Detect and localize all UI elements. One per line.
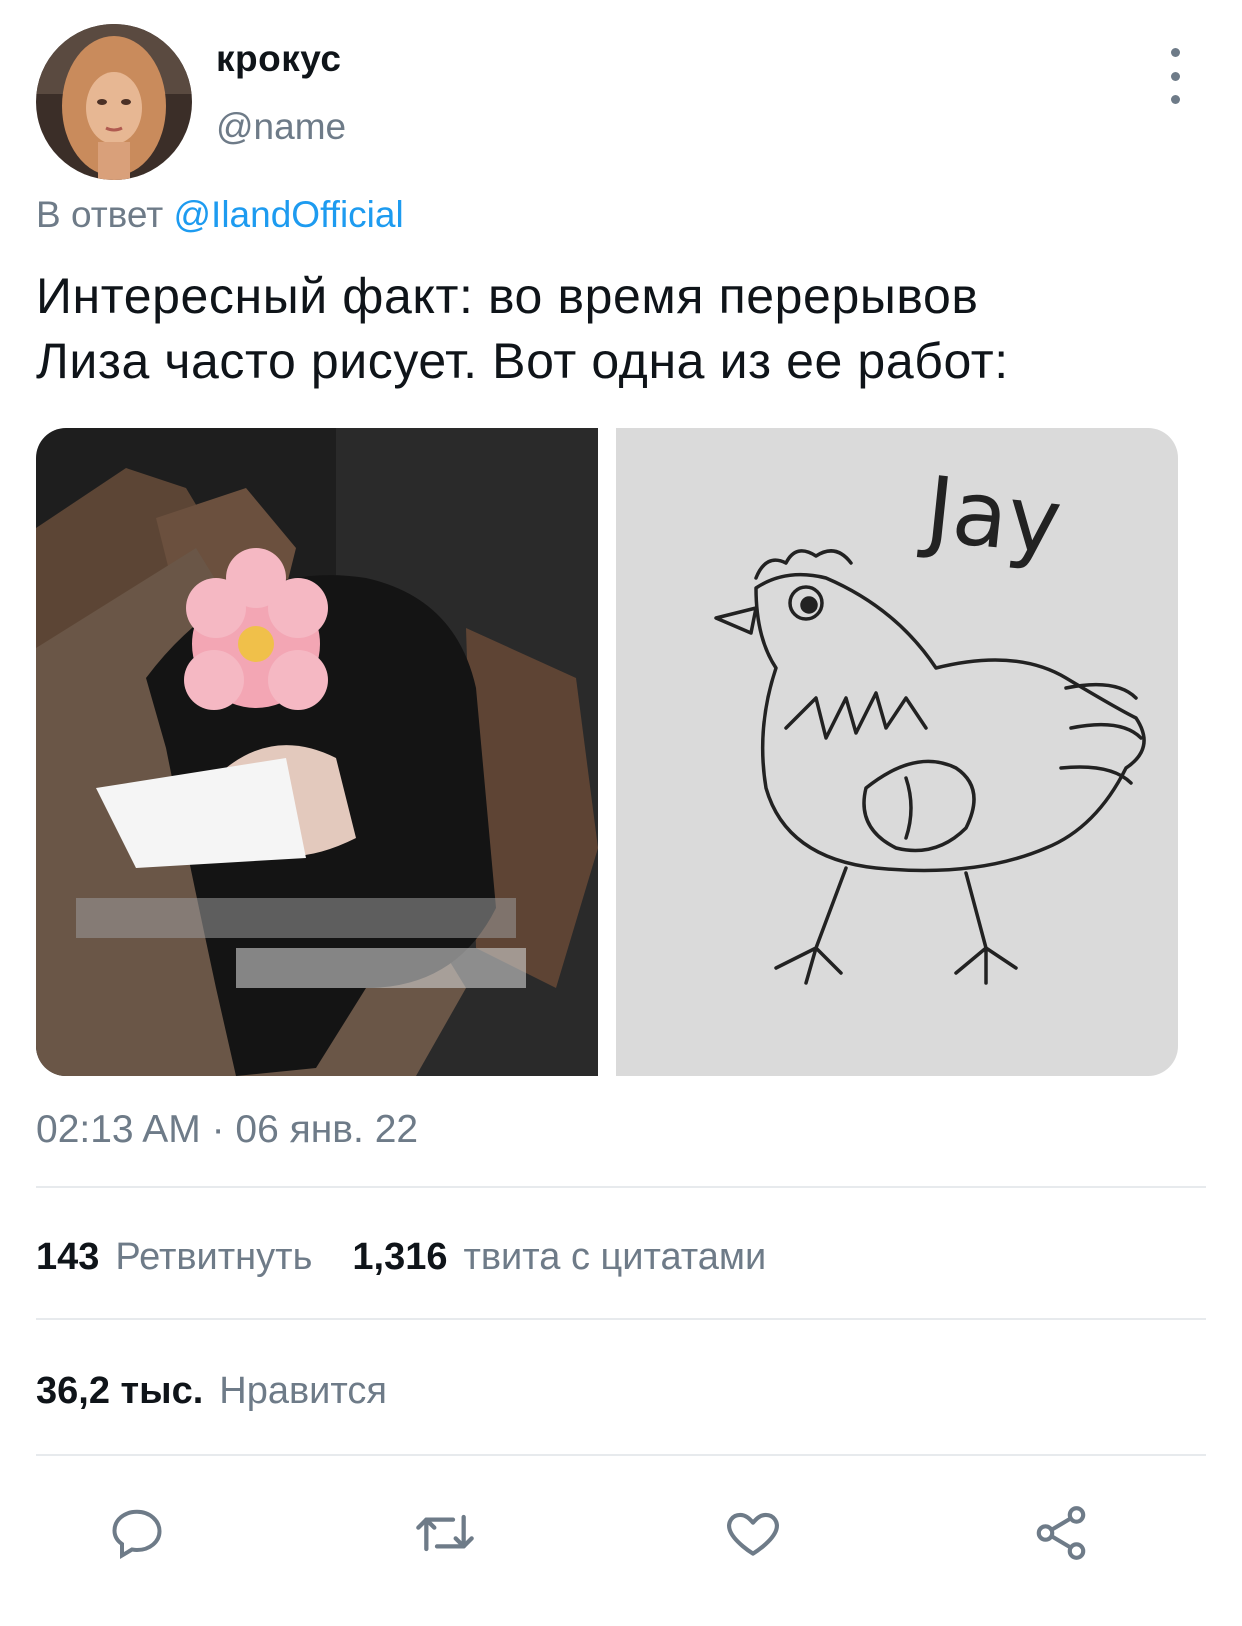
reply-button[interactable]: [102, 1498, 172, 1568]
dot-icon: [1170, 71, 1180, 81]
user-handle[interactable]: @name: [216, 106, 346, 148]
like-icon: [727, 1512, 779, 1556]
likes-label: Нравится: [219, 1370, 387, 1412]
reply-icon: [112, 1509, 162, 1560]
retweets-count: 143: [36, 1236, 100, 1278]
reply-context: В ответ @IlandOfficial: [36, 194, 404, 236]
share-icon: [1036, 1506, 1086, 1560]
reply-prefix: В ответ: [36, 194, 164, 235]
retweet-button[interactable]: [410, 1498, 480, 1568]
quotes-label: твита с цитатами: [463, 1236, 767, 1278]
divider: [36, 1318, 1206, 1320]
tweet-timestamp[interactable]: 02:13 AM · 06 янв. 22: [36, 1108, 418, 1152]
media-photo-person[interactable]: [36, 428, 598, 1076]
action-bar: [36, 1498, 1206, 1568]
engagement-stats: 143 Ретвитнуть 1,316 твита с цитатами: [36, 1236, 766, 1279]
divider: [36, 1186, 1206, 1188]
more-options-button[interactable]: [1162, 48, 1188, 104]
tweet-text: Интересный факт: во время перерывов Лиза…: [36, 268, 1009, 389]
avatar[interactable]: [36, 24, 192, 180]
media-photo-drawing[interactable]: Jay: [616, 428, 1178, 1076]
retweet-icon: [416, 1514, 474, 1552]
likes-stat[interactable]: 36,2 тыс. Нравится: [36, 1370, 387, 1413]
likes-count: 36,2 тыс.: [36, 1370, 204, 1412]
quotes-stat[interactable]: 1,316 твита с цитатами: [352, 1236, 766, 1279]
retweets-label: Ретвитнуть: [115, 1236, 313, 1278]
divider: [36, 1454, 1206, 1456]
share-button[interactable]: [1026, 1498, 1096, 1568]
reply-mention-link[interactable]: @IlandOfficial: [174, 194, 404, 235]
quotes-count: 1,316: [352, 1236, 448, 1278]
likes-stats: 36,2 тыс. Нравится: [36, 1370, 387, 1413]
dot-icon: [1170, 48, 1180, 57]
display-name[interactable]: крокус: [216, 38, 341, 80]
like-button[interactable]: [718, 1498, 788, 1568]
media-grid: Jay: [36, 428, 1178, 1076]
retweets-stat[interactable]: 143 Ретвитнуть: [36, 1236, 312, 1279]
drawing-caption: Jay: [916, 457, 1066, 576]
dot-icon: [1170, 95, 1180, 104]
